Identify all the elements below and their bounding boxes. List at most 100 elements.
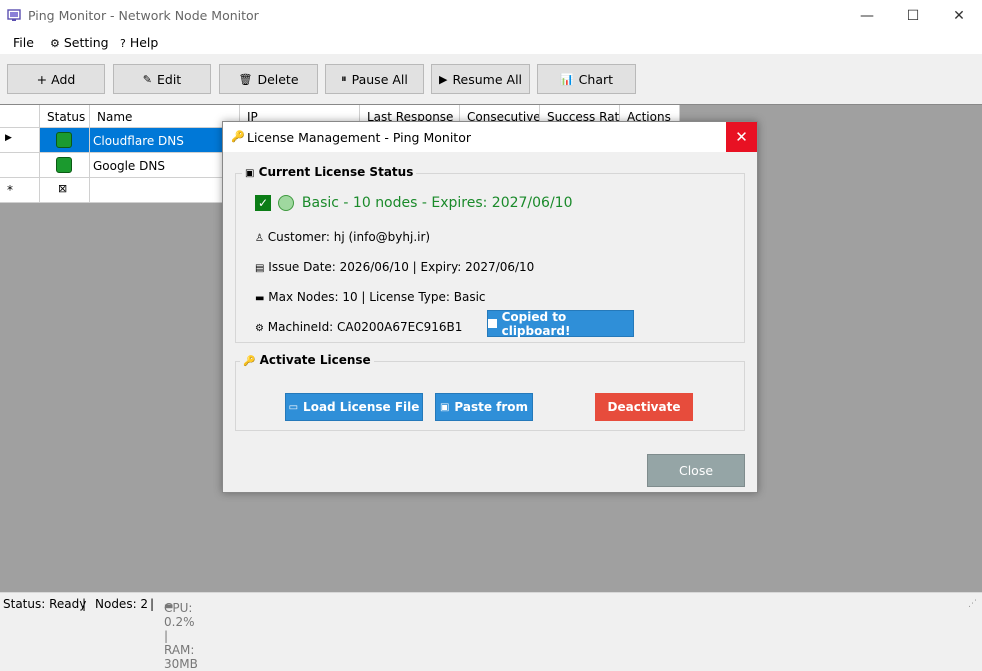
row-header[interactable]: ▶: [0, 128, 40, 153]
app-icon: [7, 9, 21, 21]
chart-icon: 📊: [559, 72, 574, 86]
current-license-group-label: ▣ Current License Status: [242, 165, 417, 179]
dialog-close-button[interactable]: ✕: [726, 122, 757, 152]
row-header-corner: [0, 105, 40, 128]
window-titlebar: Ping Monitor - Network Node Monitor — ☐ …: [0, 0, 982, 31]
close-icon: ✕: [953, 7, 965, 24]
chart-button-label: Chart: [578, 71, 614, 87]
gear-icon: ⚙: [255, 323, 264, 334]
resource-usage-text: CPU: 0.2% | RAM: 30MB: [164, 601, 198, 671]
add-button[interactable]: + Add: [7, 64, 105, 94]
paste-from-button[interactable]: ▣ Paste from: [435, 393, 533, 421]
column-status[interactable]: Status: [40, 105, 90, 128]
name-cell[interactable]: [90, 178, 240, 203]
minimize-button[interactable]: —: [844, 0, 890, 31]
edit-button[interactable]: ✎ Edit: [113, 64, 211, 94]
chart-button[interactable]: 📊 Chart: [537, 64, 636, 94]
dialog-title: License Management - Ping Monitor: [247, 130, 471, 145]
deactivate-label: Deactivate: [607, 400, 681, 414]
pause-all-button[interactable]: ⏸ Pause All: [325, 64, 424, 94]
gear-icon: ⚙: [50, 37, 60, 50]
load-license-file-label: Load License File: [303, 400, 420, 414]
dialog-titlebar: 🔑 License Management - Ping Monitor ✕: [223, 122, 757, 152]
maximize-button[interactable]: ☐: [890, 0, 936, 31]
user-icon: ♙: [255, 233, 264, 244]
close-button-label: Close: [678, 463, 714, 478]
menu-bar: File ⚙ Setting ? Help: [0, 31, 982, 54]
resize-grip-icon[interactable]: ⋰: [968, 599, 977, 609]
clipboard-icon: ▣: [439, 401, 450, 413]
status-text: Status: Ready: [3, 597, 87, 611]
calendar-icon: ▤: [255, 263, 265, 274]
edit-button-label: Edit: [157, 71, 182, 87]
name-cell[interactable]: Cloudflare DNS: [90, 128, 240, 153]
check-icon: ✓: [255, 195, 271, 211]
dates-text: Issue Date: 2026/06/10 | Expiry: 2027/06…: [268, 260, 535, 274]
limits-line: ▬ Max Nodes: 10 | License Type: Basic: [255, 290, 486, 304]
status-cell[interactable]: [40, 153, 90, 178]
menu-setting-label: Setting: [63, 35, 109, 50]
name-cell[interactable]: Google DNS: [90, 153, 240, 178]
pause-icon: ⏸: [341, 72, 347, 85]
trash-icon: 🗑: [238, 72, 253, 86]
window-title: Ping Monitor - Network Node Monitor: [28, 8, 259, 23]
clipboard-icon: [488, 319, 497, 328]
machine-line: ⚙ MachineId: CA0200A67EC916B1: [255, 320, 462, 334]
play-icon: ▶: [438, 72, 448, 86]
limits-text: Max Nodes: 10 | License Type: Basic: [268, 290, 486, 304]
close-icon: ✕: [735, 128, 748, 146]
resume-all-label: Resume All: [452, 71, 523, 87]
help-icon: ?: [120, 37, 126, 50]
delete-button[interactable]: 🗑 Delete: [219, 64, 318, 94]
pencil-icon: ✎: [142, 72, 152, 86]
row-header[interactable]: *: [0, 178, 40, 203]
copied-to-clipboard-label: Copied to clipboard!: [501, 309, 571, 338]
status-circle-icon: [278, 195, 295, 211]
row-pointer-icon: ▶: [5, 133, 12, 143]
paste-from-label: Paste from: [454, 400, 529, 414]
id-card-icon: ▣: [245, 168, 255, 179]
image-placeholder-icon: ⊠: [58, 182, 68, 195]
activate-license-group-label: 🔑 Activate License: [240, 353, 374, 367]
folder-icon: ▭: [288, 401, 299, 413]
menu-setting[interactable]: ⚙ Setting: [50, 35, 109, 50]
customer-line: ♙ Customer: hj (info@byhj.ir): [255, 230, 430, 244]
minimize-icon: —: [860, 7, 874, 24]
close-window-button[interactable]: ✕: [936, 0, 982, 31]
machine-id-text[interactable]: MachineId: CA0200A67EC916B1: [268, 320, 463, 334]
current-license-heading: Current License Status: [258, 165, 414, 179]
status-cell[interactable]: [40, 128, 90, 153]
dates-line: ▤ Issue Date: 2026/06/10 | Expiry: 2027/…: [255, 260, 534, 274]
status-cell[interactable]: ⊠: [40, 178, 90, 203]
new-row-marker: *: [7, 183, 13, 197]
delete-button-label: Delete: [257, 71, 299, 87]
monitor-icon: ▬: [255, 293, 265, 304]
license-summary-text: Basic - 10 nodes - Expires: 2027/06/10: [301, 195, 573, 211]
column-name[interactable]: Name: [90, 105, 240, 128]
menu-help-label: Help: [129, 35, 159, 50]
add-button-label: + Add: [36, 71, 76, 87]
menu-help[interactable]: ? Help: [120, 35, 158, 50]
key-icon: 🔑: [231, 130, 245, 143]
license-dialog: 🔑 License Management - Ping Monitor ✕ ▣ …: [222, 121, 758, 493]
key-icon: 🔑: [243, 356, 256, 367]
maximize-icon: ☐: [906, 7, 920, 24]
toolbar: + Add ✎ Edit 🗑 Delete ⏸ Pause All ▶ Resu…: [0, 54, 982, 104]
status-online-icon: [56, 132, 72, 148]
copied-to-clipboard-button[interactable]: Copied to clipboard!: [487, 309, 634, 338]
menu-file[interactable]: File: [13, 35, 34, 50]
license-summary: ✓ Basic - 10 nodes - Expires: 2027/06/10: [255, 195, 573, 211]
row-header[interactable]: [0, 153, 40, 178]
status-online-icon: [56, 157, 72, 173]
status-bar: Status: Ready | Nodes: 2 | ▬ CPU: 0.2% |…: [0, 592, 982, 671]
status-separator: |: [82, 597, 87, 611]
nodes-count: Nodes: 2: [95, 597, 149, 611]
load-license-file-button[interactable]: ▭ Load License File: [285, 393, 423, 421]
close-button[interactable]: Close: [647, 454, 745, 487]
activate-license-heading: Activate License: [259, 353, 371, 367]
customer-text: Customer: hj (info@byhj.ir): [267, 230, 431, 244]
pause-all-label: Pause All: [351, 71, 408, 87]
deactivate-button[interactable]: Deactivate: [595, 393, 693, 421]
status-separator: |: [150, 597, 155, 611]
resume-all-button[interactable]: ▶ Resume All: [431, 64, 530, 94]
